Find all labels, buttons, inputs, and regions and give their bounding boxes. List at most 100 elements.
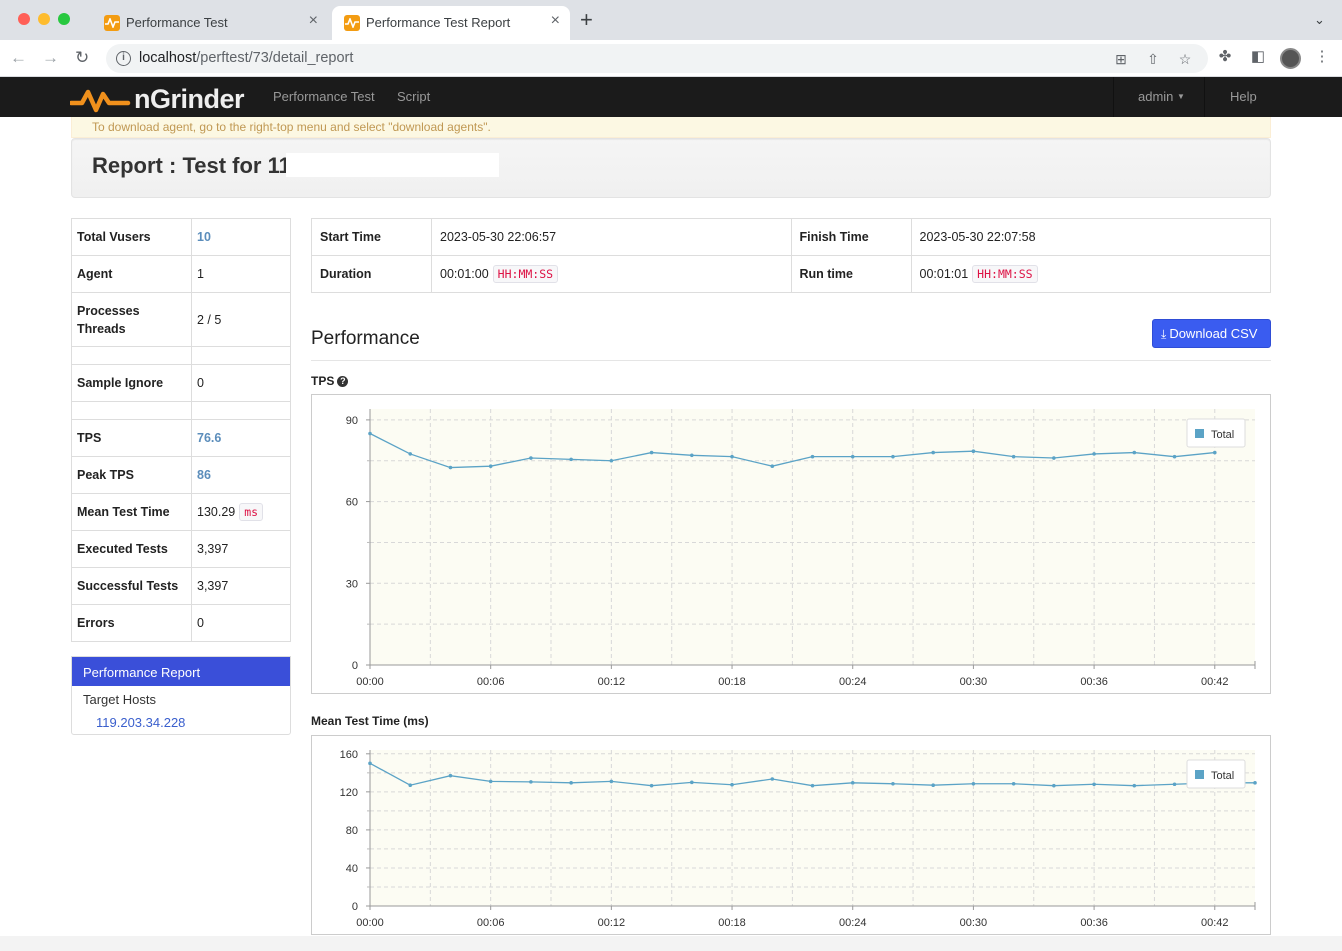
browser-tab-performance-test[interactable]: Performance Test ×	[92, 6, 328, 40]
ngrinder-favicon-icon	[344, 15, 360, 31]
data-point	[850, 454, 855, 459]
summary-label: Agent	[71, 255, 192, 293]
data-point	[649, 450, 654, 455]
browser-tab-performance-test-report[interactable]: Performance Test Report ×	[332, 6, 570, 40]
minimize-window-icon[interactable]	[38, 13, 50, 25]
share-icon[interactable]: ⇧	[1145, 51, 1161, 67]
x-tick-label: 00:06	[477, 676, 505, 688]
new-tab-icon[interactable]: +	[580, 9, 593, 31]
data-point	[690, 453, 694, 458]
x-tick-label: 00:36	[1080, 676, 1108, 688]
download-csv-label: Download CSV	[1169, 326, 1258, 341]
divider	[311, 360, 1271, 361]
time-value: 2023-05-30 22:06:57	[431, 218, 792, 256]
browser-toolbar: ← → ↻ i localhost/perftest/73/detail_rep…	[0, 40, 1342, 77]
time-label: Run time	[790, 255, 912, 293]
redacted-title-area	[286, 153, 499, 177]
browser-menu-icon[interactable]: ⋮	[1313, 48, 1331, 66]
time-value: 00:01:00 HH:MM:SS	[431, 255, 792, 293]
data-point	[1052, 783, 1056, 788]
caret-down-icon: ▼	[1177, 92, 1185, 101]
close-tab-icon[interactable]: ×	[309, 12, 318, 30]
download-csv-button[interactable]: ⤓ Download CSV	[1152, 319, 1271, 348]
x-tick-label: 00:12	[598, 917, 626, 929]
site-info-icon[interactable]: i	[116, 51, 131, 66]
close-window-icon[interactable]	[18, 13, 30, 25]
brand-name: nGrinder	[134, 84, 245, 114]
tps-chart-svg: 0 30 60 90 00:00 00:06 00:12 00:18 00:24 00:30 00:…	[346, 409, 1256, 688]
legend-label-total: Total	[1211, 429, 1234, 441]
y-tick-label: 30	[346, 578, 358, 590]
side-panel-icon[interactable]: ◧	[1249, 48, 1267, 66]
sidenav-item-performance-report[interactable]: Performance Report	[72, 657, 290, 686]
page-title: Report : Test for 119	[92, 153, 304, 178]
data-point	[891, 781, 895, 786]
page-bottom-shade	[0, 936, 1342, 951]
time-value: 2023-05-30 22:07:58	[910, 218, 1271, 256]
data-point	[810, 454, 815, 459]
unit-badge: ms	[239, 503, 264, 521]
summary-value: 10	[191, 218, 291, 256]
plot-area	[370, 409, 1255, 665]
extensions-puzzle-icon[interactable]: ✤	[1216, 48, 1234, 66]
summary-value: 3,397	[191, 567, 291, 605]
summary-row-sample-ignore: Sample Ignore 0	[71, 364, 291, 402]
plot-area	[370, 750, 1255, 906]
tps-chart-label: TPS?	[311, 374, 349, 388]
format-badge: HH:MM:SS	[492, 265, 559, 283]
time-label: Finish Time	[790, 218, 912, 256]
nav-help[interactable]: Help	[1230, 89, 1257, 104]
summary-label: Peak TPS	[71, 456, 192, 494]
data-point	[971, 449, 976, 454]
summary-label: Mean Test Time	[71, 493, 192, 531]
maximize-window-icon[interactable]	[58, 13, 70, 25]
summary-row-processes-threads: Processes Threads 2 / 5	[71, 292, 291, 347]
sidenav-item-target-host[interactable]: 119.203.34.228	[72, 710, 290, 730]
data-point	[488, 464, 493, 468]
reload-icon[interactable]: ↻	[75, 48, 89, 68]
ngrinder-favicon-icon	[104, 15, 120, 31]
translate-icon[interactable]: ⊞	[1113, 51, 1129, 67]
data-point	[730, 782, 734, 787]
profile-avatar[interactable]	[1280, 48, 1301, 69]
help-question-icon[interactable]: ?	[337, 376, 349, 387]
test-summary-table: Total Vusers 10 Agent 1 Processes Thread…	[71, 218, 291, 642]
nav-performance-test[interactable]: Performance Test	[273, 89, 375, 104]
data-point	[1212, 450, 1217, 455]
data-point	[1172, 782, 1177, 787]
summary-label: Sample Ignore	[71, 364, 192, 402]
data-point	[1132, 783, 1137, 788]
ngrinder-logo[interactable]: nGrinder	[68, 84, 250, 114]
data-point	[569, 457, 573, 462]
data-point	[1092, 452, 1096, 456]
address-bar[interactable]: i localhost/perftest/73/detail_report ⊞ …	[106, 44, 1208, 73]
nav-script[interactable]: Script	[397, 89, 430, 104]
data-point	[690, 780, 694, 785]
tps-chart: 0 30 60 90 00:00 00:06 00:12 00:18 00:24 00:30 00:…	[311, 394, 1271, 694]
data-point	[770, 464, 775, 468]
x-tick-label: 00:30	[960, 917, 988, 929]
y-tick-label: 60	[346, 497, 358, 509]
bookmark-star-icon[interactable]: ☆	[1177, 51, 1193, 67]
summary-label: Total Vusers	[71, 218, 192, 256]
time-row-start-finish: Start Time 2023-05-30 22:06:57 Finish Ti…	[311, 218, 1271, 256]
mean-test-time-value: 130.29	[197, 505, 236, 519]
data-point	[408, 783, 413, 787]
tab-search-chevron-icon[interactable]: ⌄	[1314, 12, 1325, 28]
data-point	[1253, 781, 1257, 785]
url-text[interactable]: localhost/perftest/73/detail_report	[139, 50, 353, 66]
time-value: 00:01:01 HH:MM:SS	[910, 255, 1271, 293]
summary-row-peak-tps: Peak TPS 86	[71, 456, 291, 494]
y-tick-label: 120	[340, 787, 358, 799]
user-menu[interactable]: admin ▼	[1138, 89, 1185, 104]
back-arrow-icon[interactable]: ←	[10, 48, 27, 68]
x-tick-label: 00:12	[598, 676, 626, 688]
mean-test-time-chart-svg: 0 40 80 120 160 00:00 00:06 00:12 00:18 00:24 00:3…	[340, 749, 1257, 929]
summary-row-tps: TPS 76.6	[71, 419, 291, 457]
close-tab-icon[interactable]: ×	[551, 12, 560, 30]
y-tick-label: 0	[352, 660, 358, 672]
forward-arrow-icon[interactable]: →	[42, 48, 59, 68]
summary-row-total-vusers: Total Vusers 10	[71, 218, 291, 256]
legend-label-total: Total	[1211, 770, 1234, 782]
report-title-well: Report : Test for 119	[71, 138, 1271, 198]
